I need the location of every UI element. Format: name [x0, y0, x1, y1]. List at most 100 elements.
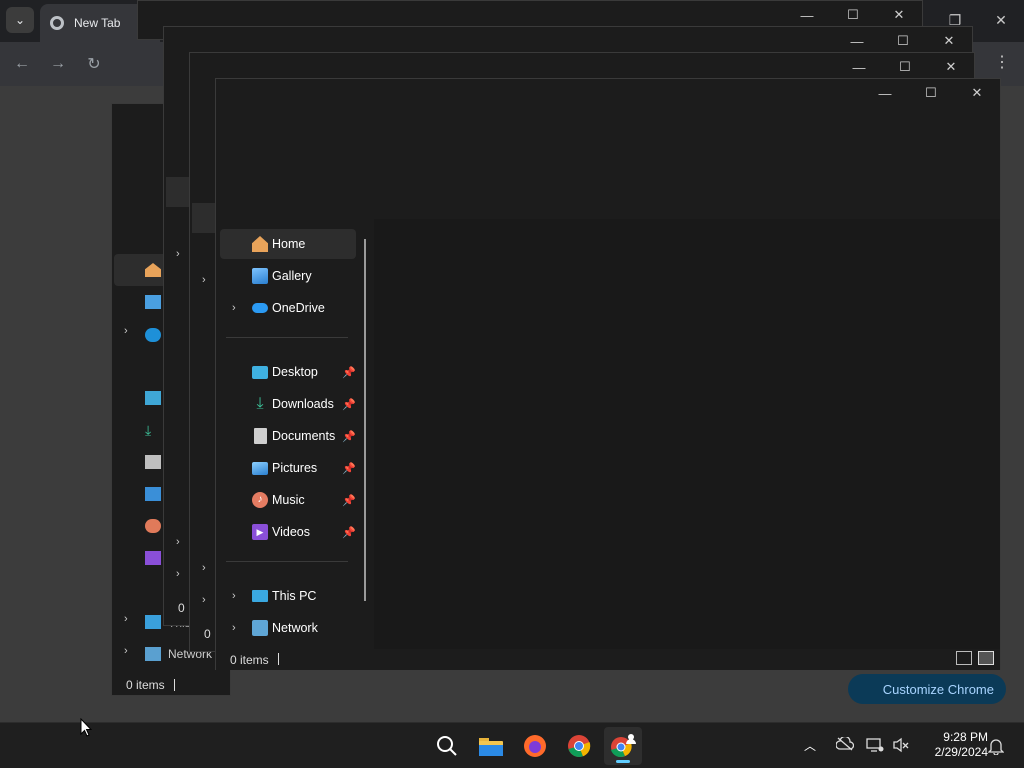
nav-item-downloads[interactable]: ⤓ Downloads 📌	[220, 389, 356, 419]
desktop-icon	[145, 391, 161, 405]
customize-chrome-button[interactable]: Customize Chrome	[848, 674, 1006, 704]
clock-time: 9:28 PM	[943, 730, 988, 744]
chevron-up-icon[interactable]: ︿	[804, 737, 816, 754]
chevron-right-icon[interactable]: ›	[176, 248, 180, 260]
home-icon	[252, 236, 268, 252]
chrome-menu-icon[interactable]: ⋮	[992, 52, 1012, 76]
status-items-count: 0 items	[230, 653, 269, 667]
chevron-right-icon[interactable]: ›	[232, 622, 236, 634]
nav-item-network[interactable]: › Network	[220, 613, 356, 643]
large-icons-view-icon[interactable]	[978, 651, 994, 665]
this-pc-icon	[145, 615, 161, 629]
chevron-right-icon[interactable]: ›	[124, 645, 128, 657]
nav-label: Gallery	[272, 269, 312, 283]
close-icon[interactable]: ✕	[928, 53, 974, 81]
gallery-icon	[252, 268, 268, 284]
chevron-right-icon[interactable]: ›	[202, 274, 206, 286]
window-controls: — ☐ ✕	[784, 1, 922, 29]
tab-search-button[interactable]: ⌄	[6, 7, 34, 33]
documents-icon	[145, 455, 161, 469]
nav-item-documents[interactable]: Documents 📌	[220, 421, 356, 451]
pin-icon: 📌	[342, 526, 356, 539]
maximize-icon[interactable]: ☐	[830, 1, 876, 29]
back-arrow-icon[interactable]: ←	[10, 52, 34, 76]
divider	[226, 337, 348, 338]
status-items-count: 0 items	[126, 678, 165, 692]
explorer-header: — ☐ ✕	[216, 79, 1000, 219]
maximize-icon[interactable]: ☐	[908, 79, 954, 107]
close-icon[interactable]: ✕	[954, 79, 1000, 107]
videos-icon: ▶	[252, 524, 268, 540]
firefox-icon[interactable]	[516, 727, 554, 765]
nav-label: Documents	[272, 429, 336, 443]
status-divider	[278, 653, 279, 665]
chevron-right-icon[interactable]: ›	[202, 562, 206, 574]
nav-item-videos[interactable]: ▶ Videos 📌	[220, 517, 356, 547]
status-fragment: 0	[204, 627, 211, 641]
chevron-right-icon[interactable]: ›	[232, 590, 236, 602]
close-icon[interactable]: ✕	[876, 1, 922, 29]
downloads-icon: ⤓	[145, 422, 152, 438]
search-icon[interactable]	[428, 727, 466, 765]
pin-icon: 📌	[342, 398, 356, 411]
window-controls: — ☐ ✕	[834, 27, 972, 55]
selected-row	[192, 203, 216, 233]
pictures-icon	[252, 461, 268, 475]
onedrive-icon	[252, 303, 268, 313]
chevron-right-icon[interactable]: ›	[124, 613, 128, 625]
network-icon	[145, 647, 161, 661]
nav-label: Pictures	[272, 461, 318, 475]
notification-bell-icon[interactable]	[987, 737, 1005, 760]
network-status-icon[interactable]	[866, 737, 884, 753]
maximize-icon[interactable]: ☐	[882, 53, 928, 81]
nav-item-desktop[interactable]: Desktop 📌	[220, 357, 356, 387]
chevron-right-icon[interactable]: ›	[176, 568, 180, 580]
pin-icon: 📌	[342, 430, 356, 443]
nav-item-home[interactable]: Home	[220, 229, 356, 259]
pictures-icon	[145, 487, 161, 501]
minimize-icon[interactable]: —	[834, 27, 880, 55]
nav-item-onedrive[interactable]: › OneDrive	[220, 293, 356, 323]
chevron-right-icon[interactable]: ›	[124, 325, 128, 337]
file-explorer-icon[interactable]	[472, 727, 510, 765]
chevron-right-icon[interactable]: ›	[202, 594, 206, 606]
nav-item-this-pc[interactable]: › This PC	[220, 581, 356, 611]
minimize-icon[interactable]: —	[784, 1, 830, 29]
file-list-area[interactable]	[374, 219, 1000, 649]
taskbar: ︿ 9:28 PM 2/29/2024	[0, 722, 1024, 768]
close-icon[interactable]: ✕	[978, 0, 1024, 40]
nav-label: OneDrive	[272, 301, 325, 315]
music-icon	[145, 519, 161, 533]
minimize-icon[interactable]: —	[836, 53, 882, 81]
nav-item-pictures[interactable]: Pictures 📌	[220, 453, 356, 483]
chrome-icon[interactable]	[560, 727, 598, 765]
explorer-window: — ☐ ✕ Home Gallery › OneDrive Desktop 📌 …	[215, 78, 1001, 670]
nav-label: Videos	[272, 525, 310, 539]
chrome-favicon-icon	[50, 16, 64, 30]
nav-label: Network	[272, 621, 318, 635]
nav-label: This PC	[272, 589, 317, 603]
nav-item-gallery[interactable]: Gallery	[220, 261, 356, 291]
onedrive-offline-icon[interactable]	[835, 735, 855, 753]
system-clock[interactable]: 9:28 PM 2/29/2024	[918, 730, 988, 760]
maximize-icon[interactable]: ☐	[880, 27, 926, 55]
minimize-icon[interactable]: —	[862, 79, 908, 107]
status-divider	[174, 679, 175, 691]
nav-label: Downloads	[272, 397, 334, 411]
window-controls: — ☐ ✕	[862, 79, 1000, 107]
network-icon	[252, 620, 268, 636]
videos-icon	[145, 551, 161, 565]
nav-scrollbar[interactable]	[364, 239, 366, 601]
details-view-icon[interactable]	[956, 651, 972, 665]
chrome-profile-icon[interactable]	[604, 727, 642, 765]
chevron-right-icon[interactable]: ›	[176, 536, 180, 548]
chevron-right-icon[interactable]: ›	[232, 302, 236, 314]
volume-muted-icon[interactable]	[892, 737, 910, 753]
reload-icon[interactable]: ↻	[82, 52, 106, 76]
tab-title: New Tab	[74, 16, 121, 30]
close-icon[interactable]: ✕	[926, 27, 972, 55]
documents-icon	[254, 428, 267, 444]
nav-item-music[interactable]: ♪ Music 📌	[220, 485, 356, 515]
onedrive-icon	[145, 328, 161, 342]
forward-arrow-icon[interactable]: →	[46, 52, 70, 76]
